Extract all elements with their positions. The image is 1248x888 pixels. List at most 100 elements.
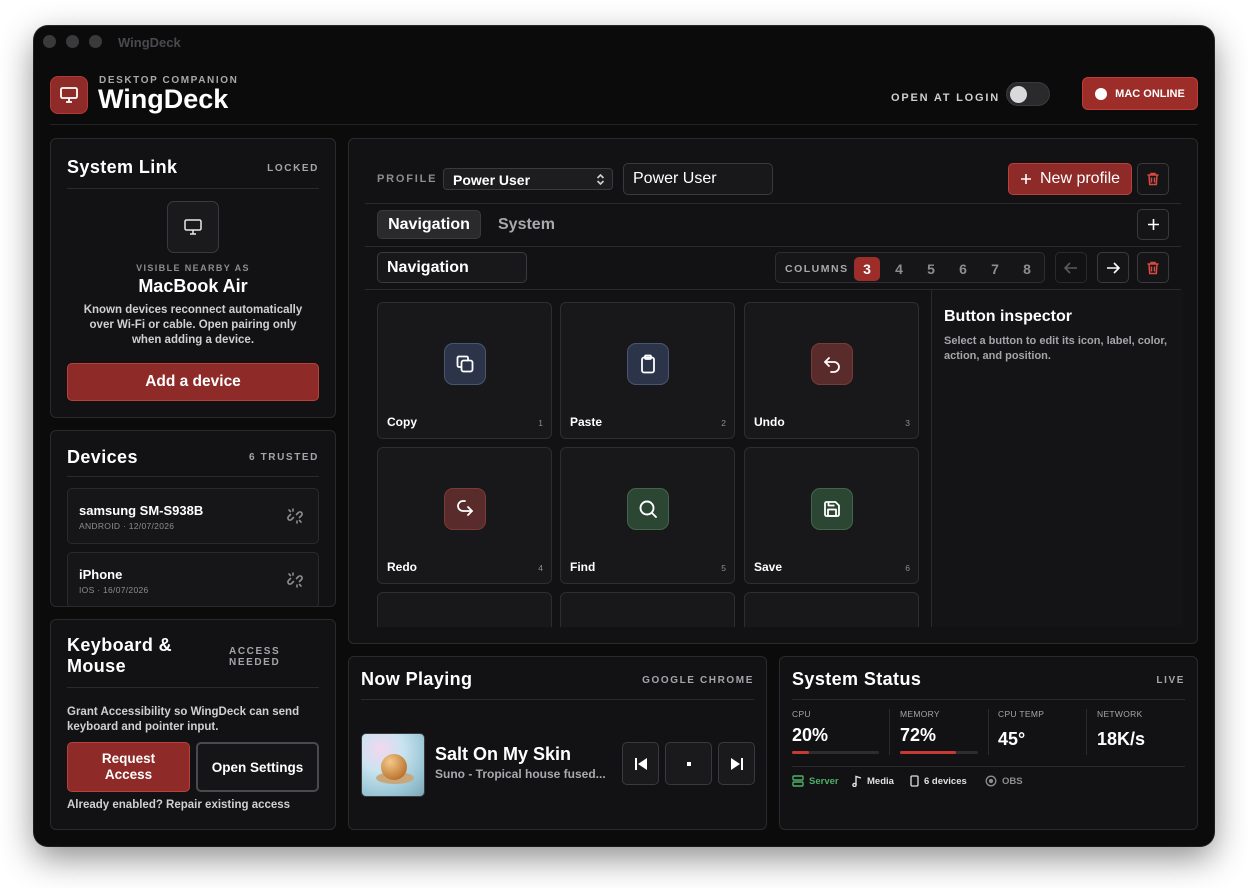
column-option-7[interactable]: 7 <box>982 257 1008 281</box>
device-name: MacBook Air <box>138 276 248 296</box>
device-item-name: samsung SM-S938B <box>79 503 204 518</box>
deck-button-paste[interactable]: Paste 2 <box>560 302 735 439</box>
stat-value: 72% <box>900 725 937 745</box>
repair-access-link[interactable]: Already enabled? Repair existing access <box>67 799 290 811</box>
close-window-button[interactable] <box>43 35 56 48</box>
page-name-field[interactable]: Navigation <box>377 252 527 283</box>
tab-system[interactable]: System <box>498 216 555 234</box>
profile-select[interactable]: Power User <box>443 168 613 190</box>
zoom-window-button[interactable] <box>89 35 102 48</box>
play-pause-button[interactable] <box>665 742 712 785</box>
monitor-icon <box>167 201 219 253</box>
divider <box>67 476 319 477</box>
access-tag-line2: NEEDED <box>229 657 281 668</box>
column-option-4[interactable]: 4 <box>886 257 912 281</box>
app-header: DESKTOP COMPANION WingDeck OPEN AT LOGIN… <box>50 74 1198 130</box>
album-art-sphere <box>381 754 407 780</box>
add-device-button[interactable]: Add a device <box>67 363 319 401</box>
delete-page-button[interactable] <box>1137 252 1169 283</box>
system-link-status: LOCKED <box>267 163 319 174</box>
divider <box>792 766 1185 767</box>
trash-icon <box>1147 172 1159 186</box>
media-status-label: Media <box>867 775 894 787</box>
move-page-right-button[interactable] <box>1097 252 1129 283</box>
button-label: Copy <box>387 415 417 429</box>
system-status-panel: System Status LIVE CPU 20% MEMORY 72% CP… <box>779 656 1198 830</box>
cpu-usage-fill <box>792 751 810 754</box>
button-position: 4 <box>538 563 543 573</box>
devices-title: Devices <box>67 447 138 467</box>
delete-profile-button[interactable] <box>1137 163 1169 195</box>
open-at-login-toggle[interactable] <box>1006 82 1050 106</box>
device-item-meta: IOS · 16/07/2026 <box>79 585 149 595</box>
pairing-description: Known devices reconnect automatically ov… <box>83 304 303 346</box>
keyboard-mouse-title: Keyboard & Mouse <box>67 635 172 677</box>
button-position: 6 <box>905 563 910 573</box>
phone-icon <box>910 775 919 787</box>
devices-status-label: 6 devices <box>924 775 967 787</box>
request-access-button[interactable]: Request Access <box>67 742 190 792</box>
server-status-label: Server <box>809 775 839 787</box>
album-art <box>361 733 425 797</box>
column-option-5[interactable]: 5 <box>918 257 944 281</box>
stat-value: 20% <box>792 725 829 745</box>
save-icon <box>811 488 853 530</box>
tab-navigation[interactable]: Navigation <box>377 210 481 239</box>
now-playing-title: Now Playing <box>361 669 473 689</box>
deck-button-empty[interactable] <box>377 592 552 627</box>
stat-cpu: CPU 20% <box>792 709 828 746</box>
plus-icon <box>1020 174 1031 184</box>
button-label: Redo <box>387 560 417 574</box>
now-playing-panel: Now Playing GOOGLE CHROME Salt On My Ski… <box>348 656 767 830</box>
copy-icon <box>444 343 486 385</box>
mac-online-button[interactable]: MAC ONLINE <box>1082 77 1198 110</box>
unlink-icon[interactable] <box>286 507 304 530</box>
deck-button-find[interactable]: Find 5 <box>560 447 735 584</box>
visible-nearby-label: VISIBLE NEARBY AS <box>136 263 250 273</box>
mac-online-label: MAC ONLINE <box>1115 87 1185 100</box>
stat-label: CPU <box>792 709 811 719</box>
button-label: Save <box>754 560 783 574</box>
column-option-8[interactable]: 8 <box>1014 257 1040 281</box>
divider <box>67 188 319 189</box>
new-profile-button[interactable]: New profile <box>1008 163 1132 195</box>
device-item[interactable]: samsung SM-S938B ANDROID · 12/07/2026 <box>67 488 319 544</box>
column-option-6[interactable]: 6 <box>950 257 976 281</box>
stat-divider <box>988 709 989 755</box>
status-dot-icon <box>1095 87 1108 100</box>
arrow-left-icon <box>1064 261 1077 274</box>
app-window: WingDeck DESKTOP COMPANION WingDeck OPEN… <box>34 26 1214 846</box>
stat-value: 45° <box>998 729 1026 749</box>
divider <box>361 699 754 700</box>
track-title: Salt On My Skin <box>435 744 572 764</box>
deck-button-copy[interactable]: Copy 1 <box>377 302 552 439</box>
stat-network: NETWORK 18K/s <box>1097 709 1145 750</box>
move-page-left-button[interactable] <box>1055 252 1087 283</box>
stat-divider <box>889 709 890 755</box>
column-option-3[interactable]: 3 <box>854 257 880 281</box>
unlink-icon[interactable] <box>286 571 304 594</box>
deck-button-save[interactable]: Save 6 <box>744 447 919 584</box>
add-page-button[interactable] <box>1137 209 1169 240</box>
skip-forward-icon <box>730 757 743 770</box>
next-track-button[interactable] <box>718 742 755 785</box>
arrow-right-icon <box>1107 261 1120 274</box>
request-access-line2: Access <box>104 767 153 782</box>
keyboard-mouse-panel: Keyboard & Mouse ACCESS NEEDED Grant Acc… <box>50 619 336 830</box>
device-item-meta: ANDROID · 12/07/2026 <box>79 521 175 531</box>
deck-button-redo[interactable]: Redo 4 <box>377 447 552 584</box>
trash-icon <box>1147 261 1159 274</box>
memory-usage-bar <box>900 751 978 754</box>
deck-button-empty[interactable] <box>744 592 919 627</box>
deck-button-undo[interactable]: Undo 3 <box>744 302 919 439</box>
redo-icon <box>444 488 486 530</box>
profile-name-field[interactable]: Power User <box>623 163 773 195</box>
system-link-panel: System Link LOCKED VISIBLE NEARBY AS Mac… <box>50 138 336 418</box>
keyboard-title-line2: Mouse <box>67 656 127 676</box>
previous-track-button[interactable] <box>622 742 659 785</box>
device-item[interactable]: iPhone IOS · 16/07/2026 <box>67 552 319 606</box>
minimize-window-button[interactable] <box>66 35 79 48</box>
deck-button-empty[interactable] <box>560 592 735 627</box>
monitor-icon <box>50 76 88 114</box>
open-settings-button[interactable]: Open Settings <box>196 742 319 792</box>
